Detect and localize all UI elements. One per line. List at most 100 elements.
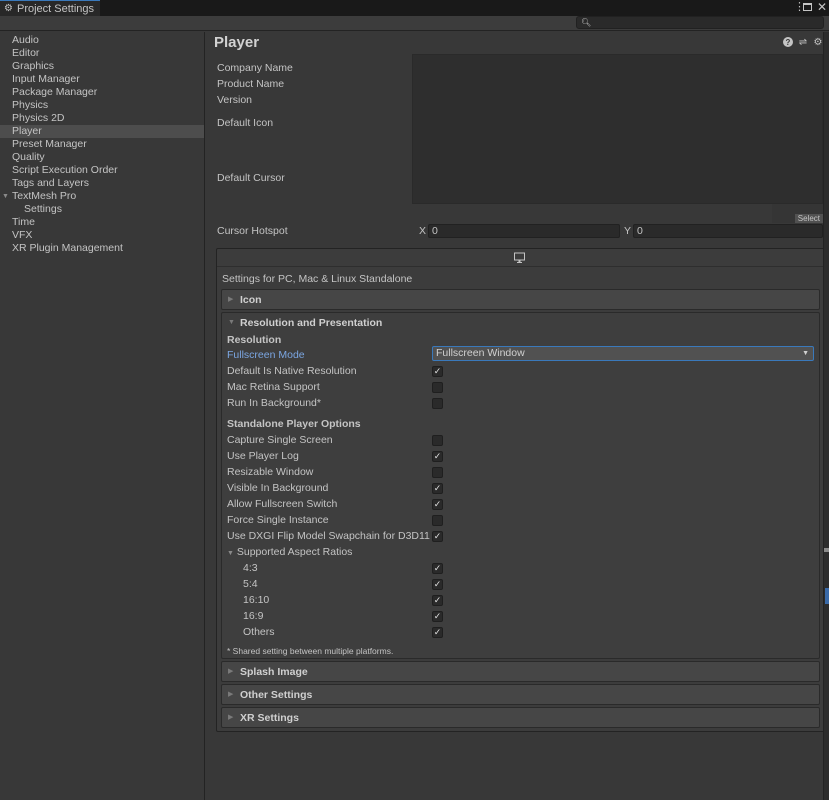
- maximize-icon[interactable]: [802, 3, 812, 11]
- option-label: Allow Fullscreen Switch: [227, 498, 338, 510]
- search-input[interactable]: [591, 17, 821, 28]
- collapsed-triangle-icon: ▶: [228, 714, 234, 721]
- foldout-icon[interactable]: ▶ Icon: [221, 289, 820, 310]
- option-label: Use Player Log: [227, 450, 299, 462]
- aspect-others-checkbox[interactable]: ✓: [432, 627, 443, 638]
- aspect-4-3-checkbox[interactable]: ✓: [432, 563, 443, 574]
- platform-title: Settings for PC, Mac & Linux Standalone: [222, 273, 413, 285]
- page-title: Player: [214, 34, 260, 51]
- aspect-16-9-checkbox[interactable]: ✓: [432, 611, 443, 622]
- default-cursor-field[interactable]: Select: [772, 204, 823, 223]
- expanded-triangle-icon: ▼: [228, 319, 235, 326]
- platform-settings: Settings for PC, Mac & Linux Standalone …: [216, 248, 825, 732]
- close-icon[interactable]: ✕: [817, 1, 827, 13]
- sidebar-item-quality[interactable]: Quality: [0, 151, 204, 164]
- header-icons: ? ⇌ ⚙: [783, 37, 823, 48]
- run-in-background-checkbox[interactable]: [432, 398, 443, 409]
- dropdown-value: Fullscreen Window: [436, 347, 525, 359]
- tab-title: Project Settings: [17, 2, 95, 15]
- option-label: Resizable Window: [227, 466, 314, 478]
- aspect-16-10-checkbox[interactable]: ✓: [432, 595, 443, 606]
- shared-setting-note: * Shared setting between multiple platfo…: [227, 646, 394, 656]
- product-name-label: Product Name: [217, 78, 285, 90]
- scrollbar-marker: [824, 548, 829, 552]
- force-single-instance-checkbox[interactable]: [432, 515, 443, 526]
- foldout-resolution-and-presentation: ▼ Resolution and Presentation Resolution…: [221, 312, 820, 659]
- default-native-resolution-checkbox[interactable]: ✓: [432, 366, 443, 377]
- foldout-xr-settings[interactable]: ▶ XR Settings: [221, 707, 820, 728]
- foldout-header[interactable]: ▶ Other Settings: [222, 685, 819, 705]
- toolbar: 🔍︎: [0, 16, 829, 31]
- fullscreen-mode-label: Fullscreen Mode: [227, 349, 305, 361]
- sidebar-item-editor[interactable]: Editor: [0, 47, 204, 60]
- allow-fullscreen-switch-checkbox[interactable]: ✓: [432, 499, 443, 510]
- sidebar: Audio Editor Graphics Input Manager Pack…: [0, 32, 205, 800]
- default-icon-label: Default Icon: [217, 117, 274, 129]
- sidebar-item-player[interactable]: Player: [0, 125, 204, 138]
- default-icon-field[interactable]: [412, 54, 823, 204]
- capture-single-screen-checkbox[interactable]: [432, 435, 443, 446]
- hotspot-y-input[interactable]: 0: [633, 224, 823, 238]
- sidebar-item-input-manager[interactable]: Input Manager: [0, 73, 204, 86]
- sidebar-item-textmesh-pro[interactable]: ▼ TextMesh Pro: [0, 190, 204, 203]
- foldout-title: Splash Image: [240, 666, 308, 678]
- option-label: Capture Single Screen: [227, 434, 333, 446]
- sidebar-item-physics-2d[interactable]: Physics 2D: [0, 112, 204, 125]
- option-label: Mac Retina Support: [227, 381, 320, 393]
- collapsed-triangle-icon: ▶: [228, 691, 234, 698]
- sidebar-item-xr-plugin-management[interactable]: XR Plugin Management: [0, 242, 204, 255]
- fullscreen-mode-dropdown[interactable]: Fullscreen Window ▼: [432, 346, 814, 361]
- presets-icon[interactable]: ⇌: [798, 37, 808, 48]
- sidebar-item-audio[interactable]: Audio: [0, 34, 204, 47]
- sidebar-item-preset-manager[interactable]: Preset Manager: [0, 138, 204, 151]
- foldout-header[interactable]: ▶ Splash Image: [222, 662, 819, 682]
- option-label: Use DXGI Flip Model Swapchain for D3D11: [227, 530, 430, 542]
- hotspot-x-label: X: [419, 225, 427, 237]
- hotspot-x-input[interactable]: 0: [428, 224, 620, 238]
- foldout-other-settings[interactable]: ▶ Other Settings: [221, 684, 820, 705]
- resizable-window-checkbox[interactable]: [432, 467, 443, 478]
- tab-project-settings[interactable]: ⚙ Project Settings: [0, 0, 100, 16]
- aspect-5-4-checkbox[interactable]: ✓: [432, 579, 443, 590]
- scrollbar[interactable]: [823, 32, 829, 800]
- sidebar-item-graphics[interactable]: Graphics: [0, 60, 204, 73]
- version-label: Version: [217, 94, 253, 106]
- option-label: 16:10: [243, 594, 270, 606]
- option-label: Visible In Background: [227, 482, 329, 494]
- aspect-heading: Supported Aspect Ratios: [236, 546, 353, 558]
- sidebar-item-tags-and-layers[interactable]: Tags and Layers: [0, 177, 204, 190]
- expand-triangle-icon[interactable]: ▼: [2, 190, 9, 203]
- sidebar-item-textmesh-settings[interactable]: Settings: [0, 203, 204, 216]
- window-title-bar: ⚙ Project Settings ⋮ ✕: [0, 0, 829, 16]
- help-icon[interactable]: ?: [783, 37, 793, 47]
- settings-gear-icon[interactable]: ⚙: [813, 37, 823, 48]
- option-label: Run In Background*: [227, 397, 321, 409]
- sidebar-item-package-manager[interactable]: Package Manager: [0, 86, 204, 99]
- option-label: Default Is Native Resolution: [227, 365, 357, 377]
- visible-in-background-checkbox[interactable]: ✓: [432, 483, 443, 494]
- sidebar-item-physics[interactable]: Physics: [0, 99, 204, 112]
- foldout-header[interactable]: ▶ XR Settings: [222, 708, 819, 728]
- foldout-title: Icon: [240, 294, 262, 306]
- sidebar-item-script-execution-order[interactable]: Script Execution Order: [0, 164, 204, 177]
- option-label: 4:3: [243, 562, 258, 574]
- scrollbar-thumb[interactable]: [825, 588, 829, 604]
- select-button[interactable]: Select: [794, 214, 823, 223]
- foldout-header[interactable]: ▶ Icon: [222, 290, 819, 310]
- dropdown-arrow-icon: ▼: [802, 350, 809, 357]
- foldout-header[interactable]: ▼ Resolution and Presentation: [222, 313, 819, 333]
- dxgi-flip-model-checkbox[interactable]: ✓: [432, 531, 443, 542]
- collapsed-triangle-icon: ▶: [228, 296, 234, 303]
- collapsed-triangle-icon: ▶: [228, 668, 234, 675]
- sidebar-item-time[interactable]: Time: [0, 216, 204, 229]
- foldout-splash-image[interactable]: ▶ Splash Image: [221, 661, 820, 682]
- use-player-log-checkbox[interactable]: ✓: [432, 451, 443, 462]
- search-field[interactable]: 🔍︎: [576, 16, 824, 29]
- platform-tab-standalone[interactable]: [217, 249, 824, 267]
- kebab-menu-icon[interactable]: ⋮: [794, 1, 805, 13]
- mac-retina-support-checkbox[interactable]: [432, 382, 443, 393]
- window-controls: ⋮ ✕: [794, 0, 827, 14]
- standalone-heading: Standalone Player Options: [227, 418, 361, 430]
- sidebar-item-vfx[interactable]: VFX: [0, 229, 204, 242]
- supported-aspect-ratios-foldout[interactable]: ▼ Supported Aspect Ratios: [227, 545, 352, 559]
